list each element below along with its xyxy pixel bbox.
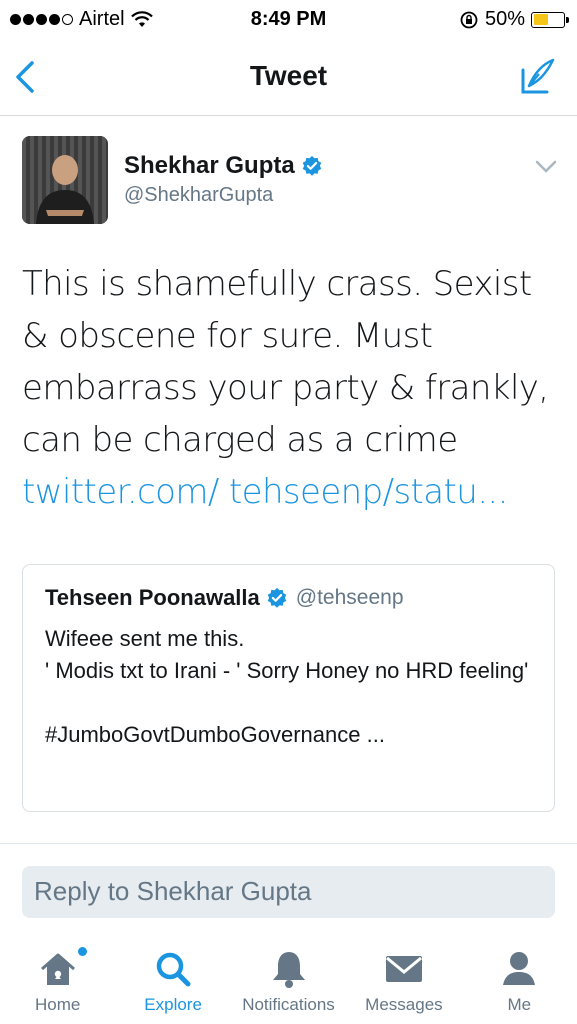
battery-level	[533, 14, 548, 25]
tab-messages-label: Messages	[365, 995, 443, 1014]
quoted-author-handle: @tehseenp	[295, 586, 404, 609]
bell-icon	[272, 952, 305, 988]
author-name-text: Shekhar Gupta	[124, 152, 295, 179]
author-handle[interactable]: @ShekharGupta	[124, 184, 273, 207]
battery-percent: 50%	[484, 8, 525, 30]
author-name[interactable]: Shekhar Gupta	[124, 152, 323, 180]
search-icon	[156, 952, 191, 987]
avatar-image	[22, 136, 108, 224]
tweet-link[interactable]: twitter.com/ tehseenp/statu...	[22, 472, 508, 512]
new-content-dot	[78, 947, 87, 956]
person-icon	[503, 952, 536, 985]
tab-notifications[interactable]: Notifications	[231, 935, 346, 1024]
battery-icon	[531, 11, 569, 28]
quoted-tweet-header: Tehseen Poonawalla @tehseenp	[45, 585, 404, 611]
home-icon	[40, 953, 75, 985]
envelope-icon	[385, 956, 422, 982]
status-right: 50%	[459, 8, 569, 31]
quoted-tweet-card[interactable]: Tehseen Poonawalla @tehseenp Wifeee sent…	[22, 564, 555, 812]
tab-messages[interactable]: Messages	[346, 935, 461, 1024]
rotation-lock-icon	[460, 11, 478, 28]
tab-explore[interactable]: Explore	[115, 935, 230, 1024]
tab-me-label: Me	[507, 995, 532, 1014]
navigation-bar: Tweet	[0, 38, 577, 116]
author-avatar[interactable]	[22, 136, 108, 224]
reply-bar: Reply to Shekhar Gupta	[0, 843, 577, 935]
tweet-body: This is shamefully crass. Sexist & obsce…	[22, 264, 549, 460]
tab-home[interactable]: Home	[0, 935, 115, 1024]
tab-notifications-label: Notifications	[242, 995, 335, 1014]
tab-bar: Home Explore Notifications Messages Me	[0, 935, 577, 1024]
tab-home-label: Home	[35, 995, 81, 1014]
verified-badge-icon	[267, 587, 287, 608]
compose-quill-icon[interactable]	[517, 56, 559, 98]
tweet-text: This is shamefully crass. Sexist & obsce…	[22, 258, 552, 518]
quoted-tweet-text: Wifeee sent me this. ' Modis txt to Iran…	[45, 626, 529, 747]
tab-me[interactable]: Me	[462, 935, 577, 1024]
quoted-author-name: Tehseen Poonawalla	[45, 585, 260, 610]
reply-input[interactable]: Reply to Shekhar Gupta	[22, 866, 555, 918]
page-title: Tweet	[249, 60, 328, 91]
status-bar: Airtel 8:49 PM 50%	[0, 0, 577, 38]
verified-badge-icon	[302, 155, 321, 176]
tab-explore-label: Explore	[144, 995, 202, 1014]
chevron-down-icon[interactable]	[535, 160, 557, 174]
